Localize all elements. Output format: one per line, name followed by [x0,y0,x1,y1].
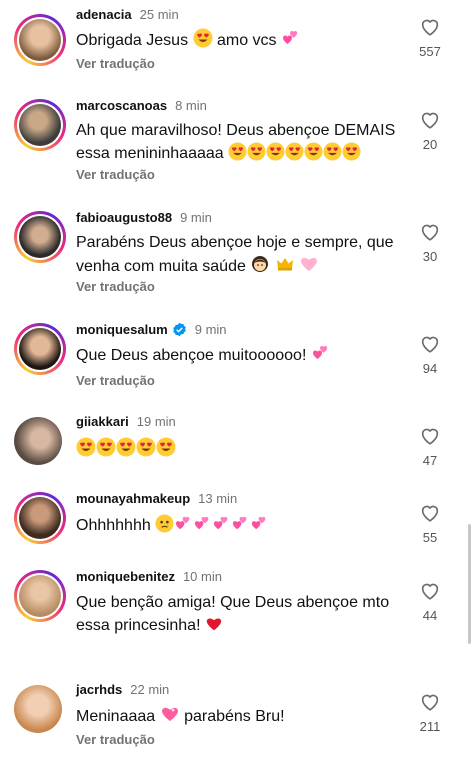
heart-eyes-emoji-icon [156,437,176,457]
comment-header: giiakkari 19 min [76,413,176,431]
heart-eyes-emoji-icon [266,142,285,161]
two-hearts-emoji-icon [212,514,231,533]
heart-outline-icon[interactable] [419,580,441,602]
heart-eyes-emoji-icon [323,142,342,161]
see-translation-link[interactable]: Ver tradução [76,373,155,388]
username[interactable]: adenacia [76,7,132,22]
like-count: 94 [422,361,438,376]
heart-outline-icon[interactable] [419,221,441,243]
see-translation-link[interactable]: Ver tradução [76,167,155,182]
heart-eyes-emoji-icon [96,437,116,457]
timestamp: 8 min [175,98,207,113]
like-count: 47 [422,453,438,468]
like-count: 30 [422,249,438,264]
avatar[interactable] [14,211,66,263]
verified-badge-icon [172,322,186,337]
avatar[interactable] [14,570,66,622]
comment-header: fabioaugusto88 9 min [76,209,212,227]
heart-eyes-emoji-icon [342,142,361,161]
heart-eyes-emoji-icon [116,437,136,457]
like-count: 557 [419,44,441,59]
two-hearts-emoji-icon [281,28,301,48]
like-count: 211 [419,719,441,734]
scrollbar[interactable] [468,524,471,644]
two-hearts-emoji-icon [193,514,212,533]
username[interactable]: fabioaugusto88 [76,210,172,225]
girl-emoji-icon [250,254,270,274]
username[interactable]: mounayahmakeup [76,491,190,506]
comment-text: Meninaaaa parabéns Bru! [76,704,396,728]
heart-eyes-emoji-icon [76,437,96,457]
username[interactable]: moniquebenitez [76,569,175,584]
heart-eyes-emoji-icon [228,142,247,161]
avatar[interactable] [14,14,66,66]
like-button[interactable]: 211 [410,691,450,734]
like-count: 44 [422,608,438,623]
two-hearts-emoji-icon [311,343,331,363]
timestamp: 19 min [136,414,176,429]
two-hearts-emoji-icon [231,514,250,533]
comment-text: Parabéns Deus abençoe hoje e sempre, que… [76,234,394,275]
username[interactable]: marcoscanoas [76,98,167,113]
like-button[interactable]: 55 [410,502,450,545]
see-translation-link[interactable]: Ver tradução [76,732,155,747]
timestamp: 22 min [130,682,170,697]
like-button[interactable]: 44 [410,580,450,623]
username[interactable]: jacrhds [76,682,122,697]
two-hearts-emoji-icon [174,514,193,533]
see-translation-link[interactable]: Ver tradução [76,279,155,294]
like-button[interactable]: 47 [410,425,450,468]
timestamp: 9 min [180,210,212,225]
sparkling-heart-emoji-icon [160,704,180,724]
avatar[interactable] [14,492,66,544]
heart-eyes-emoji-icon [285,142,304,161]
comment-header: adenacia 25 min [76,6,179,24]
red-heart-emoji-icon [205,615,223,633]
heart-outline-icon[interactable] [419,502,441,524]
teary-face-emoji-icon [155,514,174,533]
heart-outline-icon[interactable] [419,425,441,447]
comment-text: Que Deus abençoe muitoooooo! [76,343,396,367]
username[interactable]: giiakkari [76,414,129,429]
heart-outline-icon[interactable] [419,333,441,355]
heart-eyes-emoji-icon [304,142,323,161]
pink-heart-emoji-icon [299,254,319,274]
comment-text [76,437,396,461]
see-translation-link[interactable]: Ver tradução [76,56,155,71]
timestamp: 10 min [182,569,222,584]
comment-header: moniquesalum 9 min [76,321,227,339]
timestamp: 13 min [198,491,238,506]
timestamp: 9 min [194,322,227,337]
like-count: 55 [422,530,438,545]
comment-text: Ohhhhhhh [76,514,396,537]
heart-outline-icon[interactable] [419,109,441,131]
heart-eyes-emoji-icon [193,28,213,48]
like-button[interactable]: 94 [410,333,450,376]
two-hearts-emoji-icon [250,514,269,533]
heart-outline-icon[interactable] [419,16,441,38]
comment-text: Obrigada Jesus amo vcs [76,28,396,52]
like-count: 20 [422,137,438,152]
heart-outline-icon[interactable] [419,691,441,713]
avatar[interactable] [14,417,66,469]
comment-header: jacrhds 22 min [76,681,169,699]
comment-text: Que benção amiga! Que Deus abençoe mto es… [76,594,390,634]
comment-text: Ah que maravilhoso! Deus abençoe DEMAIS e… [76,122,396,162]
timestamp: 25 min [139,7,179,22]
comment-header: moniquebenitez 10 min [76,568,222,586]
like-button[interactable]: 20 [410,109,450,152]
like-button[interactable]: 30 [410,221,450,264]
avatar[interactable] [14,323,66,375]
comment-header: marcoscanoas 8 min [76,97,207,115]
comment-header: mounayahmakeup 13 min [76,490,237,508]
username[interactable]: moniquesalum [76,322,168,337]
like-button[interactable]: 557 [410,16,450,59]
crown-emoji-icon [275,254,295,274]
heart-eyes-emoji-icon [247,142,266,161]
avatar[interactable] [14,685,66,737]
avatar[interactable] [14,99,66,151]
heart-eyes-emoji-icon [136,437,156,457]
